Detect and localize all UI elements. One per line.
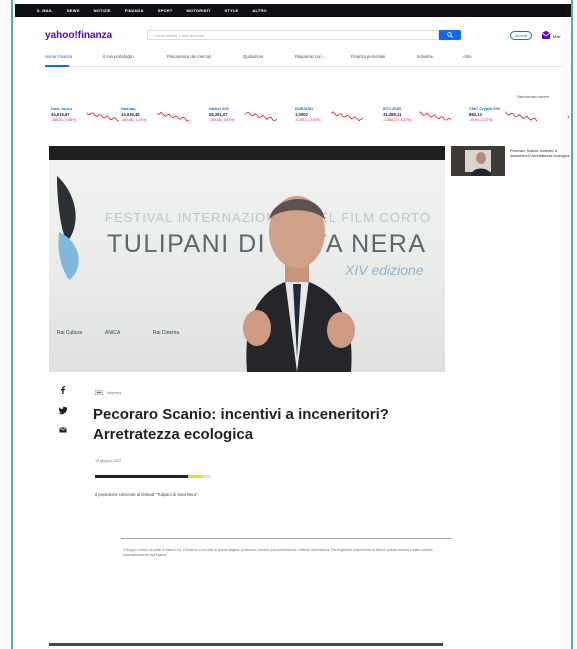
- reading-progress-accent: [188, 475, 202, 478]
- sponsor-logo: Rai Cinema: [153, 330, 180, 336]
- top-navigation-bar: IL MAIL NEWS NOTIZIE FINANZA SPORT MOTORISTI S…: [15, 4, 571, 17]
- video-top-shade: [49, 146, 445, 160]
- yahoo-finanza-logo[interactable]: yahoo!finanza: [45, 30, 112, 41]
- video-caption: Il presidente Univerde al festival "Tuli…: [95, 492, 198, 497]
- topnav-item[interactable]: IL MAIL: [37, 8, 53, 13]
- email-share-icon[interactable]: [58, 425, 68, 435]
- topnav-item[interactable]: SPORT: [158, 8, 173, 13]
- subnav-item[interactable]: Risparmio con...: [295, 54, 325, 59]
- subnav-item[interactable]: Finanza personale: [351, 54, 385, 59]
- subnav-item[interactable]: Home Finanza: [45, 54, 72, 59]
- ticker-sparkline: [331, 111, 363, 122]
- video-player[interactable]: FESTIVAL INTERNAZIONALE DEL FILM CORTO T…: [49, 146, 445, 372]
- ticker-sparkline: [87, 112, 119, 122]
- ticker-item[interactable]: CMC Crypto 200 860,14 -20,90 (-2,37%): [469, 106, 549, 128]
- topnav-item[interactable]: NEWS: [67, 8, 80, 13]
- subnav-divider: [45, 66, 565, 67]
- ticker-sparkline: [157, 111, 189, 122]
- search-button[interactable]: [439, 30, 461, 40]
- side-video-thumbnail[interactable]: [451, 146, 505, 176]
- ticker-item[interactable]: Nasdaq 14,038,46 -162,48 (-1,14%): [121, 106, 201, 128]
- topnav-item[interactable]: ALTRO: [252, 8, 266, 13]
- side-thumbnail-image: [451, 146, 505, 176]
- sponsor-logo: Rai Cultura: [57, 330, 83, 336]
- subnav-active-indicator: [45, 65, 69, 67]
- reading-progress-bar: [95, 475, 211, 478]
- login-button[interactable]: Accedi: [510, 31, 532, 40]
- twitter-icon[interactable]: [58, 405, 68, 415]
- ticker-sparkline: [419, 111, 451, 121]
- article-title: Pecoraro Scanio: incentivi a inceneritor…: [93, 406, 389, 443]
- facebook-icon[interactable]: [58, 385, 68, 395]
- topnav-item[interactable]: FINANZA: [125, 8, 144, 13]
- browser-frame: IL MAIL NEWS NOTIZIE FINANZA SPORT MOTORISTI S…: [11, 0, 573, 649]
- subnav-item[interactable]: Il mio portafoglio: [103, 54, 134, 59]
- ticker-sparkline: [505, 111, 537, 122]
- footer-divider: [49, 643, 443, 646]
- ticker-item[interactable]: BTC-EUR 31.289,11 -1.380,22 (-4,22%): [383, 106, 463, 128]
- ticker-sparkline: [245, 112, 277, 122]
- provider-logo-icon: [95, 390, 103, 395]
- disclaimer-text: Il Gruppo Yahoo! fa parte di Yahoo! Inc.…: [123, 548, 433, 557]
- market-data-link[interactable]: Dati mercato essere: [517, 95, 549, 99]
- logo-sub: finanza: [77, 30, 113, 41]
- provider-name[interactable]: Italpress: [107, 391, 121, 395]
- article-provider: Italpress: [95, 390, 121, 395]
- ticker-next-arrow-icon[interactable]: ›: [567, 112, 570, 121]
- sponsor-logo: ANICA: [105, 330, 121, 336]
- ticker-item[interactable]: EUR/USD 1,0000 -0,0010 (-0,10%): [295, 106, 375, 128]
- topnav-item[interactable]: NOTIZIE: [94, 8, 111, 13]
- topnav-item[interactable]: MOTORISTI: [187, 8, 211, 13]
- mail-label[interactable]: Mail: [553, 34, 560, 39]
- subnav-item[interactable]: Quotazioni: [243, 54, 263, 59]
- mail-icon[interactable]: [540, 30, 552, 41]
- speaker-figure: [243, 196, 355, 372]
- subnav-item[interactable]: Altro: [463, 54, 472, 59]
- side-story-title[interactable]: Pecoraro Scanio: incentivi a inceneritor…: [510, 149, 572, 159]
- topnav-item[interactable]: STYLE: [224, 8, 238, 13]
- tulip-logo-icon: [57, 176, 79, 280]
- section-navigation: Home Finanza Il mio portafoglio Panoramica…: [45, 54, 565, 64]
- search-placeholder: Cerca notizie e titoli azionari: [154, 33, 205, 38]
- logo-main: yahoo!: [45, 30, 78, 41]
- article-date: 13 giugno 2022: [95, 459, 122, 463]
- subnav-item[interactable]: Industrie: [417, 54, 433, 59]
- search-input[interactable]: Cerca notizie e titoli azionari: [147, 30, 439, 40]
- ticker-item[interactable]: Dow Jones 34,015,87 -188,62 (-0,55%): [51, 106, 131, 128]
- ticker-item[interactable]: Nikkei 225 28,291,07 -190,36 (-0,67%): [209, 106, 289, 128]
- subnav-item[interactable]: Panoramica dei mercati: [167, 54, 211, 59]
- search-icon: [447, 32, 453, 38]
- disclaimer-box: Il Gruppo Yahoo! fa parte di Yahoo! Inc.…: [121, 538, 451, 573]
- reading-progress-fill: [95, 475, 190, 478]
